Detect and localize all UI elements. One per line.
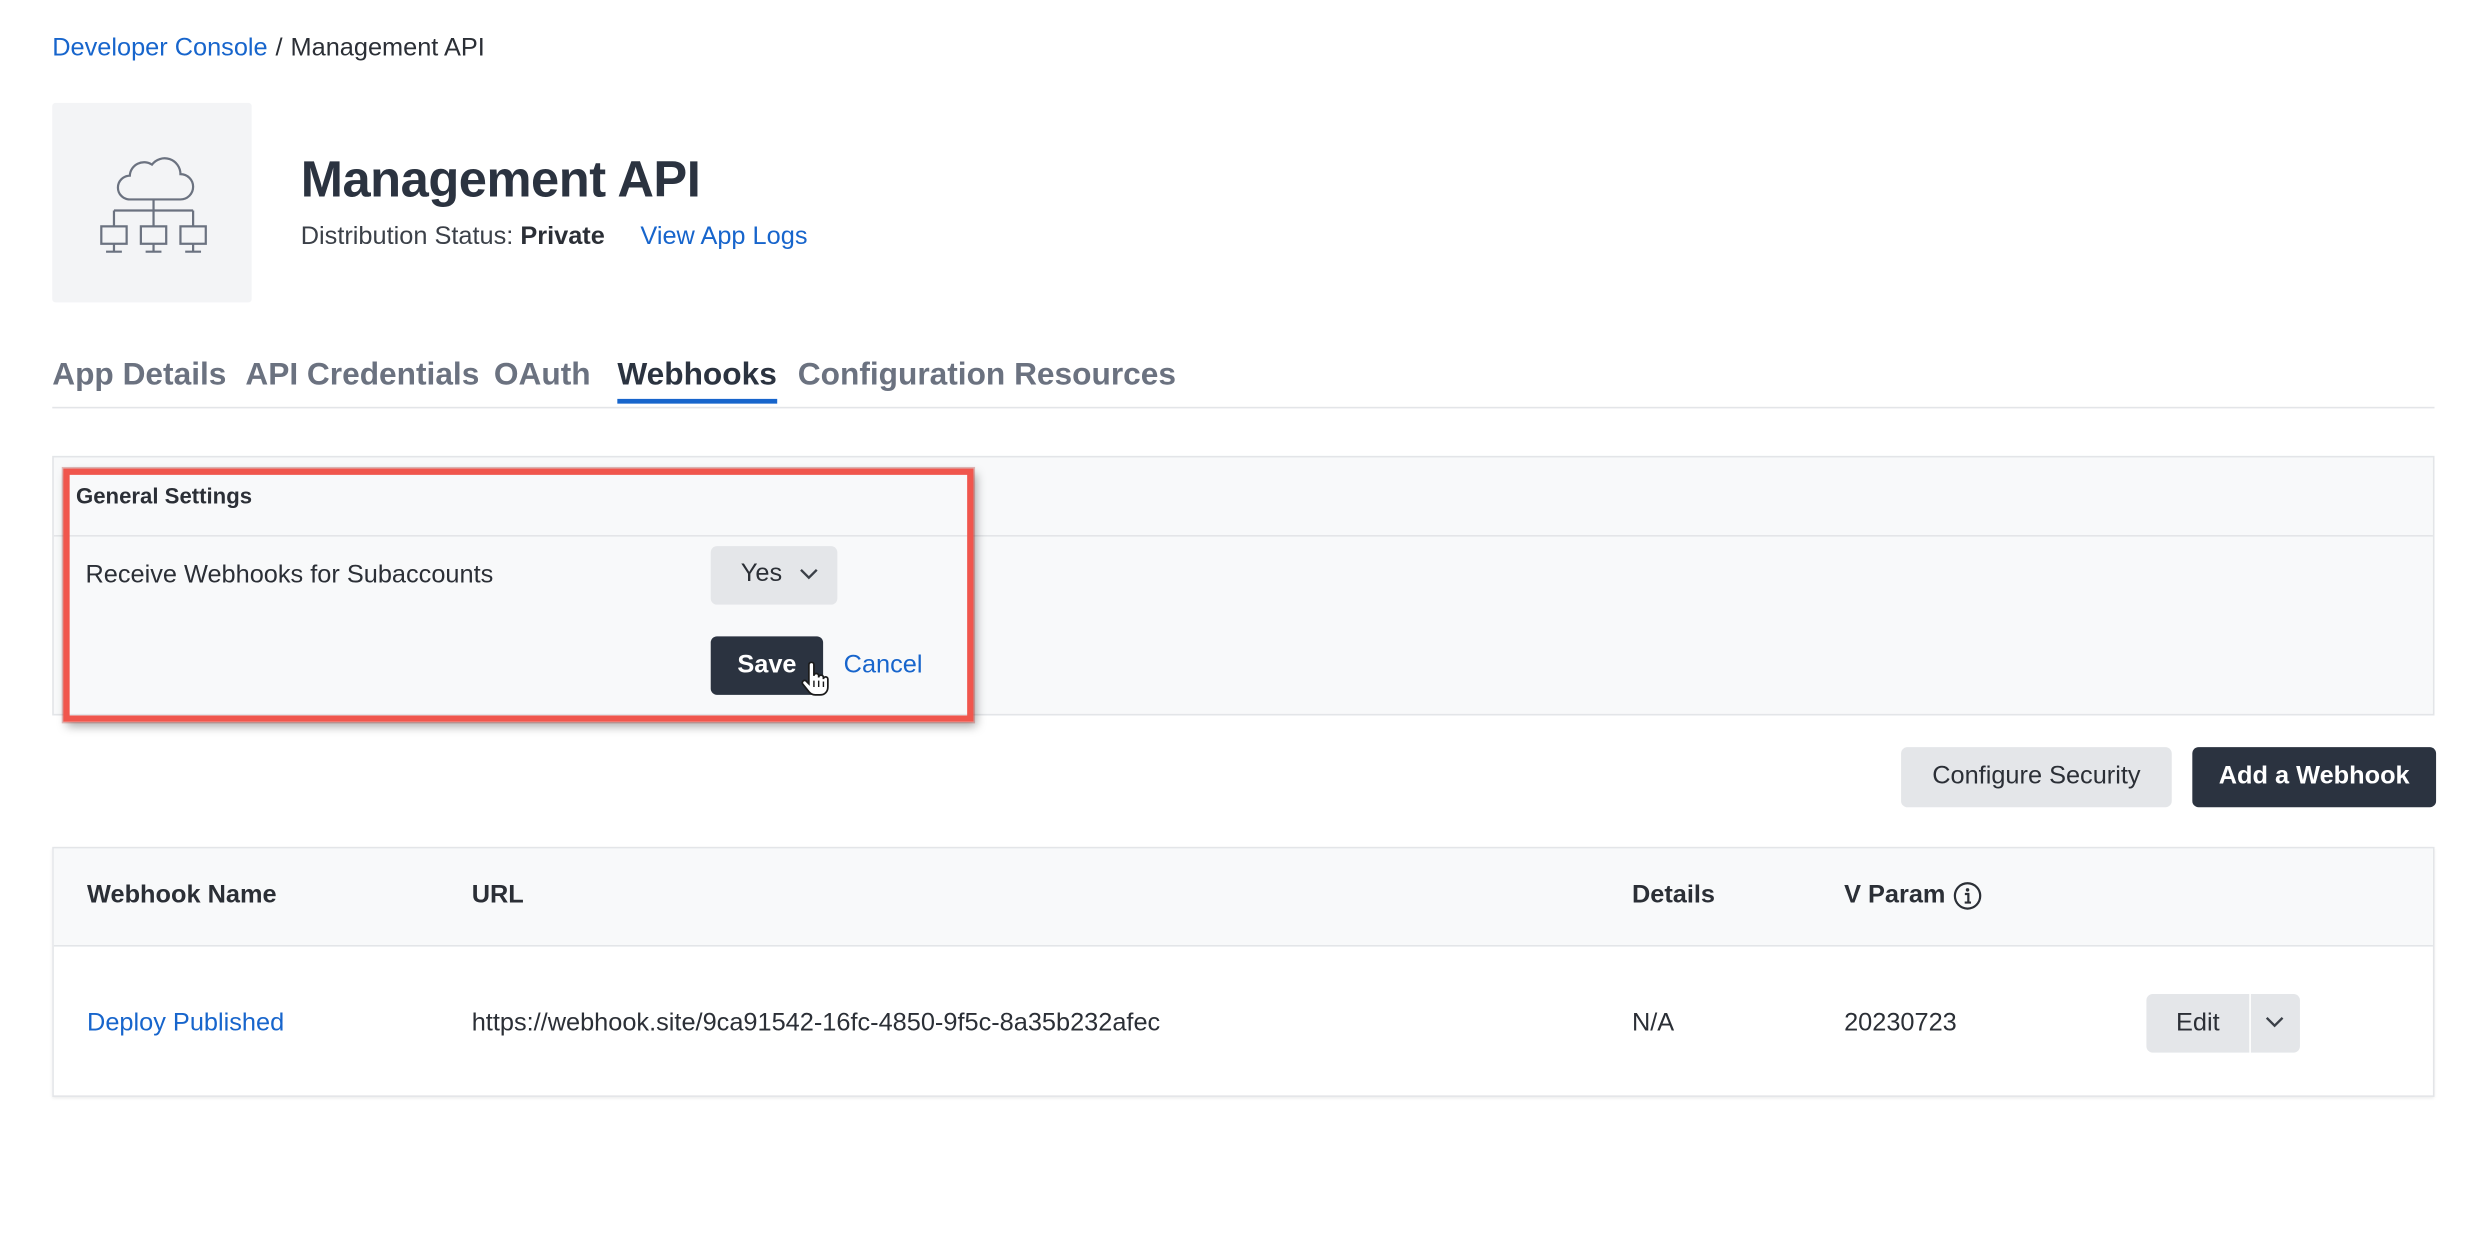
webhook-details: N/A xyxy=(1631,1009,1675,1037)
edit-button-group: Edit xyxy=(2146,994,2301,1053)
webhooks-table: Webhook Name URL Details V Param Deploy … xyxy=(52,846,2435,1097)
distribution-status-label: Distribution Status: xyxy=(300,223,514,251)
column-header-v-param: V Param xyxy=(1844,881,1946,909)
general-settings-title: General Settings xyxy=(75,482,253,509)
info-icon[interactable] xyxy=(1953,882,1982,910)
cancel-link[interactable]: Cancel xyxy=(844,652,923,680)
general-settings-header: General Settings xyxy=(53,457,2433,537)
breadcrumb: Developer Console / Management API xyxy=(52,35,485,63)
app-icon-tile xyxy=(52,102,252,303)
page-title: Management API xyxy=(300,150,701,208)
subaccounts-webhooks-value: Yes xyxy=(740,560,783,588)
breadcrumb-developer-console-link[interactable]: Developer Console xyxy=(52,35,267,62)
column-header-url: URL xyxy=(471,881,524,909)
table-row: Deploy Published https://webhook.site/9c… xyxy=(54,947,2433,1097)
tab-webhooks[interactable]: Webhooks xyxy=(617,358,777,404)
subaccounts-webhooks-select[interactable]: Yes xyxy=(710,546,838,605)
column-header-webhook-name: Webhook Name xyxy=(87,881,277,909)
edit-button[interactable]: Edit xyxy=(2146,994,2250,1053)
hand-cursor-icon xyxy=(801,661,829,696)
view-app-logs-link[interactable]: View App Logs xyxy=(640,223,807,250)
webhook-url: https://webhook.site/9ca91542-16fc-4850-… xyxy=(471,1009,1161,1037)
breadcrumb-separator: / xyxy=(275,34,283,62)
add-webhook-button[interactable]: Add a Webhook xyxy=(2192,747,2437,808)
tab-api-credentials[interactable]: API Credentials xyxy=(245,358,479,404)
configure-security-button[interactable]: Configure Security xyxy=(1901,747,2172,808)
column-header-details: Details xyxy=(1631,881,1716,909)
page: Developer Console / Management API Managem… xyxy=(0,0,2482,1257)
webhook-name-link[interactable]: Deploy Published xyxy=(87,1010,284,1038)
chevron-down-icon xyxy=(800,569,818,580)
webhook-v-param: 20230723 xyxy=(1844,1009,1957,1037)
tab-configuration-resources[interactable]: Configuration Resources xyxy=(798,358,1176,404)
tab-bar: App Details API Credentials OAuth Webhoo… xyxy=(52,358,2435,409)
cloud-network-icon xyxy=(100,157,207,253)
distribution-status-value: Private xyxy=(520,223,605,251)
edit-menu-toggle[interactable] xyxy=(2250,994,2300,1053)
chevron-down-icon xyxy=(2265,1016,2284,1028)
distribution-status: Distribution Status: Private View App Lo… xyxy=(301,223,808,251)
tab-app-details[interactable]: App Details xyxy=(52,358,226,404)
tab-oauth[interactable]: OAuth xyxy=(494,358,591,404)
subaccounts-webhooks-label: Receive Webhooks for Subaccounts xyxy=(85,561,494,589)
breadcrumb-current: Management API xyxy=(290,34,485,62)
table-header: Webhook Name URL Details V Param xyxy=(53,848,2433,947)
general-settings-panel: General Settings Receive Webhooks for Su… xyxy=(52,455,2435,716)
